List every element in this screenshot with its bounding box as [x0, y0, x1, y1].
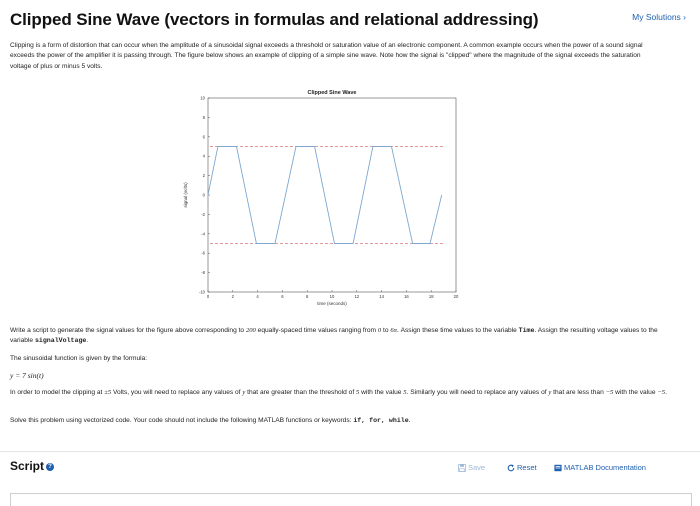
- section-divider: [0, 451, 700, 452]
- task-paragraph-4: Solve this problem using vectorized code…: [10, 417, 411, 424]
- code-editor[interactable]: [10, 493, 692, 506]
- save-button[interactable]: Save: [458, 463, 485, 472]
- book-icon: [554, 464, 562, 471]
- my-solutions-link[interactable]: My Solutions ›: [632, 12, 686, 22]
- x-tick-label: 6: [281, 294, 284, 299]
- docs-label: MATLAB Documentation: [564, 463, 646, 472]
- x-tick-label: 8: [306, 294, 309, 299]
- x-tick-label: 2: [232, 294, 235, 299]
- x-tick-label: 20: [454, 294, 459, 299]
- reset-label: Reset: [517, 463, 537, 472]
- intro-paragraph: Clipping is a form of distortion that ca…: [10, 42, 643, 70]
- chart-title: Clipped Sine Wave: [307, 90, 356, 96]
- reset-icon: [507, 463, 515, 471]
- x-tick-label: 14: [379, 294, 384, 299]
- x-axis-label: time (seconds): [317, 301, 347, 306]
- x-tick-label: 16: [404, 294, 409, 299]
- reset-button[interactable]: Reset: [507, 463, 537, 472]
- clipped-sine-chart: Clipped Sine Wave -10 -8 -6 -4 -2 0 2 4 6 8 10 0 2 4…: [183, 90, 459, 306]
- x-tick-label: 18: [429, 294, 434, 299]
- y-tick-label: -6: [201, 251, 205, 256]
- x-tick-label: 0: [207, 294, 210, 299]
- y-tick-label: -8: [201, 270, 205, 275]
- page-title: Clipped Sine Wave (vectors in formulas a…: [10, 10, 539, 29]
- y-axis-label: signal (volts): [183, 182, 188, 208]
- formula: y = 7 sin(t): [10, 371, 44, 380]
- task-paragraph-3: In order to model the clipping at ±5 Vol…: [10, 389, 667, 396]
- var-signal-voltage: signalVoltage: [34, 337, 87, 345]
- x-tick-label: 10: [330, 294, 335, 299]
- matlab-docs-link[interactable]: MATLAB Documentation: [554, 463, 646, 472]
- y-tick-label: 6: [203, 134, 206, 139]
- var-time: Time: [518, 327, 535, 334]
- y-tick-label: 0: [203, 193, 206, 198]
- y-tick-label: -10: [199, 290, 206, 295]
- y-tick-label: -4: [201, 231, 205, 236]
- task-paragraph-2: The sinusoidal function is given by the …: [10, 355, 148, 362]
- x-tick-label: 4: [256, 294, 259, 299]
- task-paragraph-1: Write a script to generate the signal va…: [10, 327, 658, 345]
- y-tick-label: 4: [203, 154, 206, 159]
- forbidden-keywords: if, for, while: [353, 417, 409, 424]
- x-tick-label: 12: [354, 294, 359, 299]
- y-tick-label: 2: [203, 173, 206, 178]
- script-heading: Script?: [10, 459, 55, 473]
- plot-area: [207, 97, 457, 293]
- y-tick-label: 8: [203, 115, 206, 120]
- save-label: Save: [468, 463, 486, 472]
- y-tick-label: 10: [200, 96, 205, 101]
- y-tick-label: -2: [201, 212, 205, 217]
- help-icon[interactable]: ?: [46, 463, 55, 471]
- save-icon: [458, 463, 466, 472]
